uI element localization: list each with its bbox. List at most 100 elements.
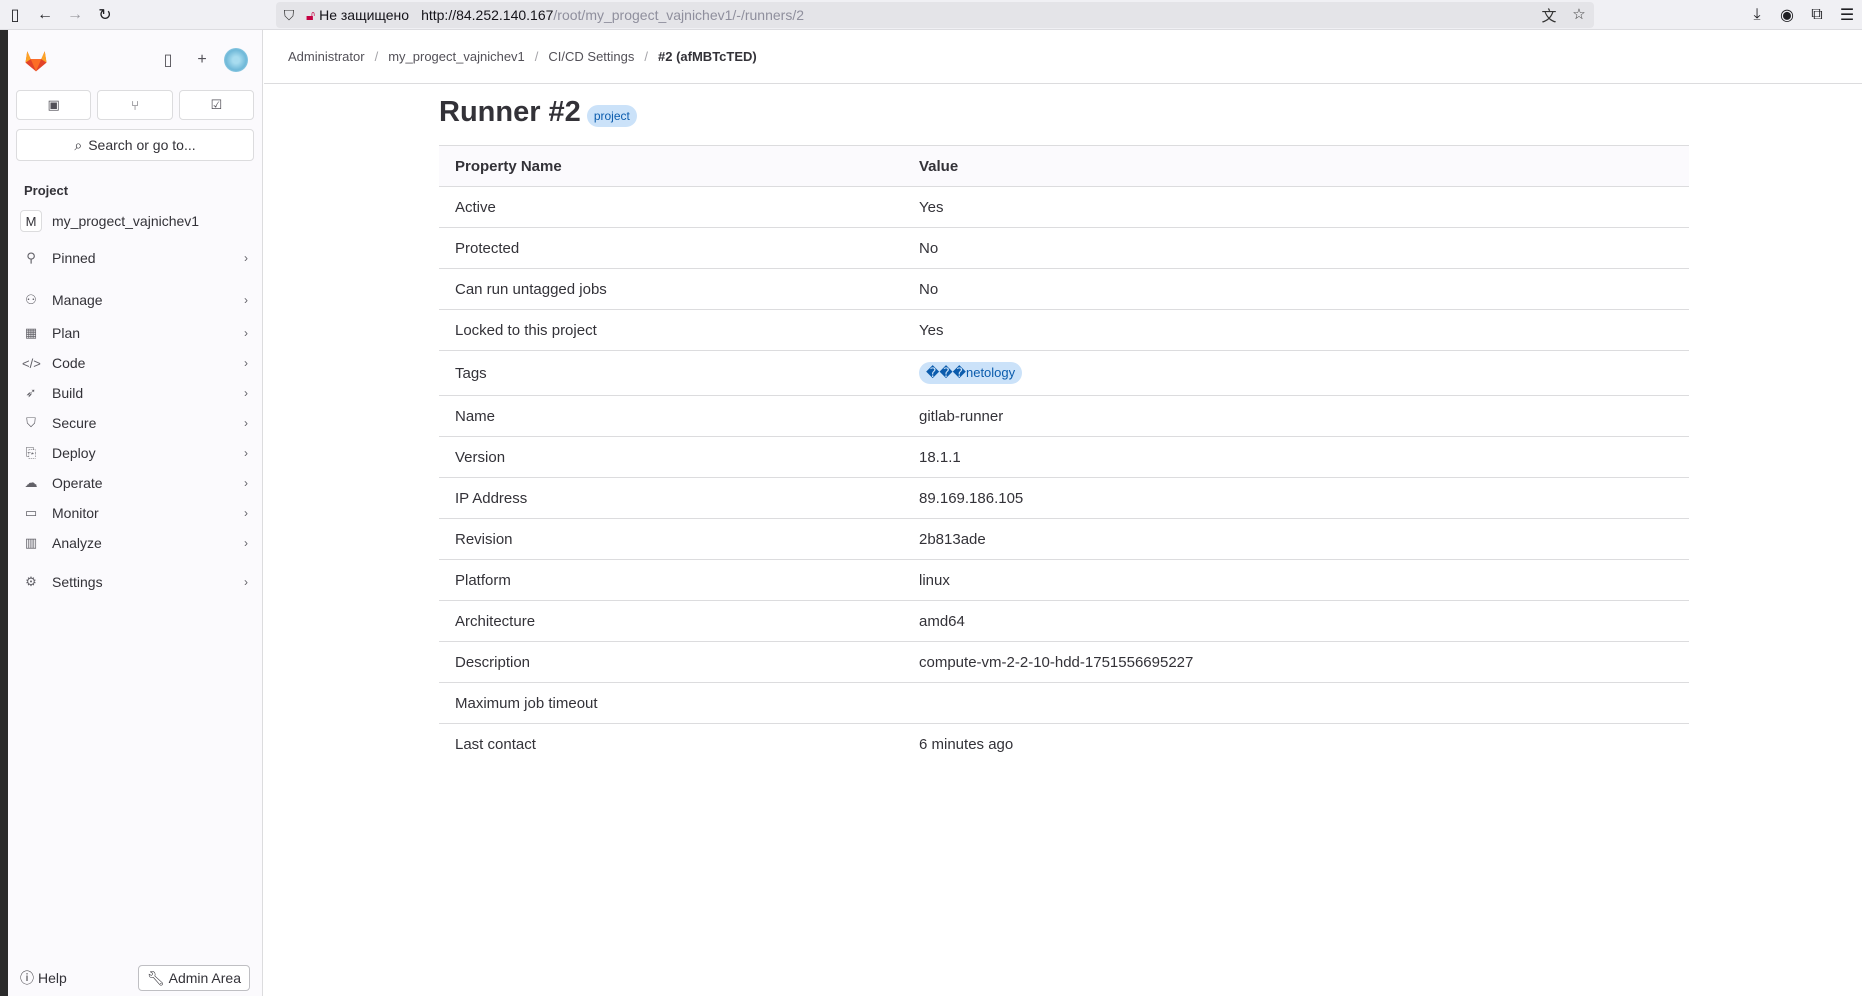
nav-item-code[interactable]: </> Code › xyxy=(8,348,262,378)
account-icon[interactable]: ◉ xyxy=(1772,0,1802,30)
property-name: Protected xyxy=(439,227,903,269)
nav-item-plan[interactable]: ▦ Plan › xyxy=(8,318,262,348)
property-value: 18.1.1 xyxy=(903,436,1689,478)
nav-item-monitor[interactable]: ▭ Monitor › xyxy=(8,498,262,528)
breadcrumb-project[interactable]: my_progect_vajnichev1 xyxy=(388,49,525,64)
nav-item-pinned[interactable]: ⚲ Pinned › xyxy=(8,240,262,276)
main-content: Administrator / my_progect_vajnichev1 / … xyxy=(264,30,1862,996)
table-row: Platform linux xyxy=(439,559,1689,601)
address-bar[interactable]: ⛉ 🔓︎ Не защищено http://84.252.140.167/r… xyxy=(276,2,1594,28)
gear-icon: ⚙ xyxy=(25,574,37,589)
wrench-icon: 🔧︎ xyxy=(146,969,165,986)
user-avatar[interactable] xyxy=(224,48,248,72)
property-name: Can run untagged jobs xyxy=(439,268,903,310)
runner-properties-table: Property Name Value Active Yes Protected N… xyxy=(439,145,1689,765)
sidebar-toggle-icon[interactable]: ▯ xyxy=(0,0,30,30)
property-value: amd64 xyxy=(903,600,1689,642)
insecure-lock-icon: 🔓︎ xyxy=(306,6,316,23)
breadcrumb-runner[interactable]: #2 (afMBTcTED) xyxy=(658,49,757,64)
chevron-right-icon: › xyxy=(244,536,248,550)
property-name: Last contact xyxy=(455,735,536,753)
table-row: Active Yes xyxy=(439,186,1689,228)
search-button[interactable]: ⌕ Search or go to... xyxy=(16,129,254,161)
property-value: 89.169.186.105 xyxy=(903,477,1689,519)
translate-icon[interactable]: 文 xyxy=(1534,5,1564,26)
page-title: Runner #2 xyxy=(439,96,581,128)
property-value: 2b813ade xyxy=(903,518,1689,560)
property-value: compute-vm-2-2-10-hdd-1751556695227 xyxy=(903,641,1689,683)
chevron-right-icon: › xyxy=(244,293,248,307)
nav-item-settings[interactable]: ⚙ Settings › xyxy=(8,564,262,600)
chevron-right-icon: › xyxy=(244,251,248,265)
property-name: Name xyxy=(439,395,903,437)
merge-requests-tab-icon[interactable]: ⑂ xyxy=(97,90,173,120)
download-icon[interactable]: ⤓ xyxy=(1742,0,1772,30)
table-row: IP Address 89.169.186.105 xyxy=(439,477,1689,519)
table-header-row: Property Name Value xyxy=(439,145,1689,187)
property-name: IP Address xyxy=(439,477,903,519)
reload-icon[interactable]: ↻ xyxy=(90,0,120,30)
admin-area-button[interactable]: 🔧︎ Admin Area xyxy=(137,965,250,991)
pin-icon: ⚲ xyxy=(26,250,36,265)
breadcrumb-administrator[interactable]: Administrator xyxy=(288,49,365,64)
property-value: No xyxy=(903,227,1689,269)
menu-icon[interactable]: ☰ xyxy=(1832,0,1862,30)
table-row: Architecture amd64 xyxy=(439,600,1689,642)
issues-tab-icon[interactable]: ▣ xyxy=(16,90,92,120)
monitor-icon: ▭ xyxy=(24,505,38,520)
nav-item-analyze[interactable]: ▥ Analyze › xyxy=(8,528,262,558)
nav-item-manage[interactable]: ⚇ Manage › xyxy=(8,282,262,318)
todo-tab-icon[interactable]: ☑ xyxy=(178,90,254,120)
header-value: Value xyxy=(903,145,1689,187)
chevron-right-icon: › xyxy=(244,506,248,520)
plus-icon[interactable]: + xyxy=(190,48,214,72)
cloud-gear-icon: ☁ xyxy=(24,475,38,490)
back-icon[interactable]: ← xyxy=(30,0,60,30)
runner-tag: ���netology xyxy=(919,362,1023,384)
property-name: Locked to this project xyxy=(439,309,903,351)
project-link[interactable]: M my_progect_vajnichev1 xyxy=(8,206,262,236)
chevron-right-icon: › xyxy=(244,416,248,430)
table-row: Tags ���netology xyxy=(439,350,1689,396)
gitlab-logo-icon[interactable] xyxy=(22,46,50,74)
nav-item-operate[interactable]: ☁ Operate › xyxy=(8,468,262,498)
table-row: Revision 2b813ade xyxy=(439,518,1689,560)
property-value: ���netology xyxy=(903,350,1689,396)
chevron-right-icon: › xyxy=(244,575,248,589)
property-name: Description xyxy=(439,641,903,683)
property-name: Maximum job timeout xyxy=(439,682,903,724)
bookmark-star-icon[interactable]: ☆ xyxy=(1564,5,1594,26)
extensions-icon[interactable]: ⧉ xyxy=(1802,0,1832,30)
nav-item-build[interactable]: ➶ Build › xyxy=(8,378,262,408)
table-row: Last contact 6 minutes ago xyxy=(439,724,1689,765)
property-name: Platform xyxy=(439,559,903,601)
nav-item-deploy[interactable]: ⎘ Deploy › xyxy=(8,438,262,468)
runner-type-badge: project xyxy=(586,105,637,127)
property-value: gitlab-runner xyxy=(903,395,1689,437)
property-name: Architecture xyxy=(439,600,903,642)
table-row: Locked to this project Yes xyxy=(439,309,1689,351)
security-indicator[interactable]: 🔓︎ Не защищено xyxy=(306,7,409,24)
table-row: Version 18.1.1 xyxy=(439,436,1689,478)
nav-item-secure[interactable]: ⛉ Secure › xyxy=(8,408,262,438)
breadcrumb-cicd-settings[interactable]: CI/CD Settings xyxy=(548,49,634,64)
table-row: Can run untagged jobs No xyxy=(439,268,1689,310)
browser-toolbar: ▯ ← → ↻ ⛉ 🔓︎ Не защищено http://84.252.1… xyxy=(0,0,1862,30)
search-icon: ⌕ xyxy=(74,136,83,153)
property-name: Active xyxy=(439,186,903,228)
code-icon: </> xyxy=(22,355,41,371)
property-value: 6 minutes ago xyxy=(919,735,1014,753)
collapse-sidebar-icon[interactable]: ▯ xyxy=(156,48,180,72)
url-text: http://84.252.140.167/root/my_progect_va… xyxy=(421,7,804,23)
table-row: Description compute-vm-2-2-10-hdd-1751556… xyxy=(439,641,1689,683)
property-value: Yes xyxy=(903,309,1689,351)
section-label: Project xyxy=(24,183,69,198)
users-icon: ⚇ xyxy=(25,292,37,307)
header-property-name: Property Name xyxy=(439,145,903,187)
help-button[interactable]: ⓘ Help xyxy=(20,968,67,988)
table-row: Protected No xyxy=(439,227,1689,269)
chart-icon: ▥ xyxy=(24,535,38,550)
nav-list: ⚲ Pinned › ⚇ Manage › ▦ Plan › </> Code › ➶ Build… xyxy=(8,240,262,600)
deploy-icon: ⎘ xyxy=(25,445,37,460)
forward-icon[interactable]: → xyxy=(60,0,90,30)
